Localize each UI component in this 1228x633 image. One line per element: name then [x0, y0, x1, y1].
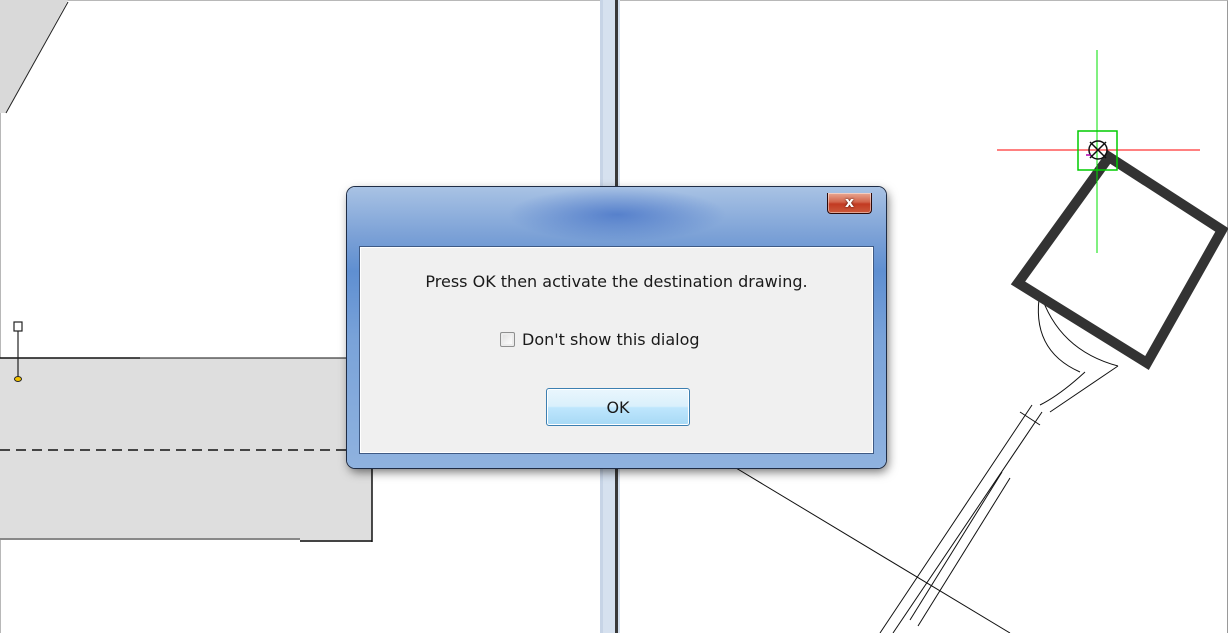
- title-bar-glow: [507, 187, 727, 242]
- dont-show-checkbox[interactable]: [500, 331, 515, 347]
- close-button[interactable]: x: [827, 193, 872, 214]
- ok-button[interactable]: OK: [546, 388, 690, 426]
- dialog-message: Press OK then activate the destination d…: [425, 272, 808, 291]
- hatched-wedge: [0, 0, 68, 113]
- message-dialog: x Press OK then activate the destination…: [347, 187, 886, 468]
- diagonal-line: [735, 467, 1011, 633]
- dialog-client-area: Press OK then activate the destination d…: [359, 246, 874, 454]
- rotated-square: [1010, 150, 1228, 370]
- dont-show-label[interactable]: Don't show this dialog: [522, 330, 700, 349]
- dont-show-option[interactable]: Don't show this dialog: [500, 328, 700, 350]
- close-icon: x: [844, 195, 855, 211]
- stem-lines: [879, 291, 1119, 633]
